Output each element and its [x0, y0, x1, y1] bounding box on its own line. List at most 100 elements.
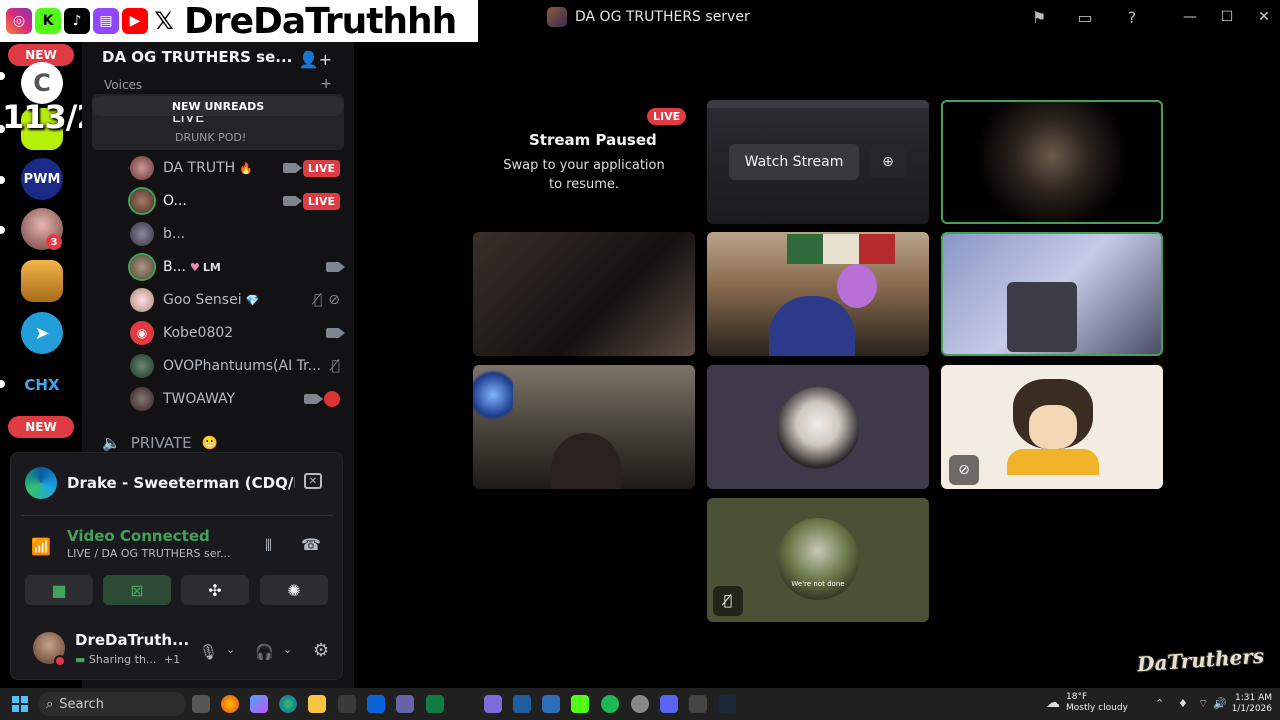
video-tile-speaking[interactable] — [941, 100, 1163, 224]
voice-member[interactable]: B... ♥ LM — [130, 253, 345, 281]
voice-channel-path[interactable]: LIVE / DA OG TRUTHERS ser... — [67, 547, 231, 560]
microphone-icon[interactable]: 🎙 — [199, 643, 218, 661]
private-voice-channel[interactable]: 🔈 PRIVATE 😬 — [102, 434, 218, 452]
kick-icon[interactable] — [571, 695, 589, 713]
user-name[interactable]: DreDaTruth... — [75, 631, 189, 649]
new-badge[interactable]: NEW — [8, 416, 74, 438]
camera-icon — [304, 394, 323, 404]
member-name: Goo Sensei — [163, 292, 242, 308]
settings-gear-icon[interactable]: ⚙ — [313, 640, 329, 661]
wifi-icon[interactable]: ⌔ — [1198, 697, 1208, 711]
server-warrior-icon[interactable] — [21, 260, 63, 302]
teams-icon[interactable] — [396, 695, 414, 713]
tiktok-icon: ♪ — [64, 8, 90, 34]
unread-pill — [0, 226, 5, 234]
unread-pill — [0, 72, 5, 80]
avatar — [130, 156, 154, 180]
new-unreads-banner[interactable]: NEW UNREADS — [92, 96, 344, 116]
watch-stream-button[interactable]: Watch Stream — [729, 144, 859, 180]
add-member-icon[interactable]: 👤+ — [299, 50, 332, 69]
inbox-icon[interactable]: ▭ — [1074, 6, 1096, 28]
firefox-icon[interactable] — [221, 695, 239, 713]
excel-icon[interactable] — [426, 695, 444, 713]
server-pwm-icon[interactable]: PWM — [21, 158, 63, 200]
user-avatar — [777, 387, 859, 469]
close-window-button[interactable]: ✕ — [1253, 6, 1275, 28]
soundboard-button[interactable]: ✺ — [260, 575, 328, 605]
camera-icon — [282, 163, 302, 173]
minimize-button[interactable]: — — [1179, 6, 1201, 28]
avatar — [130, 222, 154, 246]
avatar-tile[interactable]: We're not done 🎙̸ — [707, 498, 929, 622]
server-name: DA OG TRUTHERS se... — [102, 48, 293, 66]
twitch-icon: ▤ — [93, 8, 119, 34]
app-icon[interactable] — [484, 695, 502, 713]
server-chx-icon[interactable]: CHX — [21, 364, 63, 406]
avatar-tile[interactable]: ⊘ — [941, 365, 1163, 489]
stop-share-icon[interactable]: ✕ — [304, 473, 322, 489]
unread-pill — [0, 176, 5, 184]
voice-member[interactable]: O... LIVE — [130, 187, 340, 215]
obs-icon[interactable] — [631, 695, 649, 713]
avatar — [130, 255, 154, 279]
maximize-button[interactable]: ☐ — [1216, 6, 1238, 28]
epic-games-icon[interactable] — [689, 695, 707, 713]
help-icon[interactable]: ? — [1121, 6, 1143, 28]
telegram-icon[interactable]: ➤ — [21, 312, 63, 354]
voices-category[interactable]: Voices — [104, 78, 142, 92]
camera-toggle-button[interactable]: ■ — [25, 575, 93, 605]
anime-face — [1029, 405, 1077, 449]
store-icon[interactable] — [338, 695, 356, 713]
avatar-caption: We're not done — [791, 580, 845, 588]
video-tile-speaking[interactable] — [941, 232, 1163, 356]
live-badge: LIVE — [302, 192, 340, 210]
flag-red — [859, 234, 895, 264]
app-icon[interactable] — [513, 695, 531, 713]
avatar — [130, 354, 154, 378]
task-view-icon[interactable] — [192, 695, 210, 713]
activities-button[interactable]: ✣ — [181, 575, 249, 605]
tray-chevron-icon[interactable]: ⌃ — [1155, 697, 1164, 710]
voice-member[interactable]: ◉ Kobe0802 — [130, 319, 345, 347]
outlook-icon[interactable] — [367, 695, 385, 713]
app-icon[interactable] — [542, 695, 560, 713]
video-tile[interactable] — [473, 365, 695, 489]
video-tile[interactable] — [473, 232, 695, 356]
voice-member[interactable]: b... — [130, 220, 340, 248]
headphones-icon[interactable]: 🎧 — [255, 643, 274, 661]
now-playing[interactable]: Drake - Sweeterman (CDQ/Ex... — [25, 467, 331, 499]
voice-status[interactable]: Video Connected — [67, 527, 210, 545]
discord-icon[interactable] — [660, 695, 678, 713]
voice-member[interactable]: OVOPhantuums(AI Tr... 🎙̸ — [130, 352, 340, 380]
user-status-extra: +1 — [163, 653, 181, 666]
steam-icon[interactable] — [718, 695, 736, 713]
server-header[interactable]: DA OG TRUTHERS se... ⌄ — [102, 48, 312, 66]
weather-desc: Mostly cloudy — [1066, 703, 1128, 713]
stream-preview-bar — [707, 100, 929, 108]
signal-icon[interactable]: 📶 — [31, 537, 51, 556]
chevron-down-icon[interactable]: ⌄ — [226, 643, 235, 656]
volume-icon[interactable]: 🔊 — [1213, 697, 1227, 710]
avatar-tile[interactable] — [707, 365, 929, 489]
weather-widget[interactable]: ☁ 18°F Mostly cloudy — [1046, 692, 1128, 714]
chevron-down-icon[interactable]: ⌄ — [283, 643, 292, 656]
file-explorer-icon[interactable] — [308, 695, 326, 713]
windows-start-icon[interactable] — [12, 696, 28, 712]
video-tile[interactable] — [707, 232, 929, 356]
spotify-icon[interactable] — [601, 695, 619, 713]
screen-share-button[interactable]: ⊠ — [103, 575, 171, 605]
voice-member[interactable]: DA TRUTH 🔥 LIVE — [130, 154, 340, 182]
taskbar-search[interactable]: ⌕ Search — [38, 692, 186, 716]
clock[interactable]: 1:31 AM 1/1/2026 — [1228, 693, 1272, 715]
tray-app-icon[interactable]: ♦ — [1178, 697, 1188, 710]
disconnect-icon[interactable]: ☎ — [301, 535, 321, 554]
voice-member[interactable]: TWOAWAY — [130, 385, 340, 413]
emoji-icon: 😬 — [201, 435, 218, 451]
flag-icon[interactable]: ⚑ — [1028, 6, 1050, 28]
add-channel-icon[interactable]: + — [320, 76, 332, 92]
noise-suppression-icon[interactable]: ⦀ — [265, 536, 272, 556]
voice-member[interactable]: Goo Sensei 💎 🎙̸ ⊘ — [130, 286, 340, 314]
copilot-icon[interactable] — [250, 695, 268, 713]
edge-icon[interactable] — [279, 695, 297, 713]
popout-icon[interactable]: ⊕ — [869, 146, 907, 178]
